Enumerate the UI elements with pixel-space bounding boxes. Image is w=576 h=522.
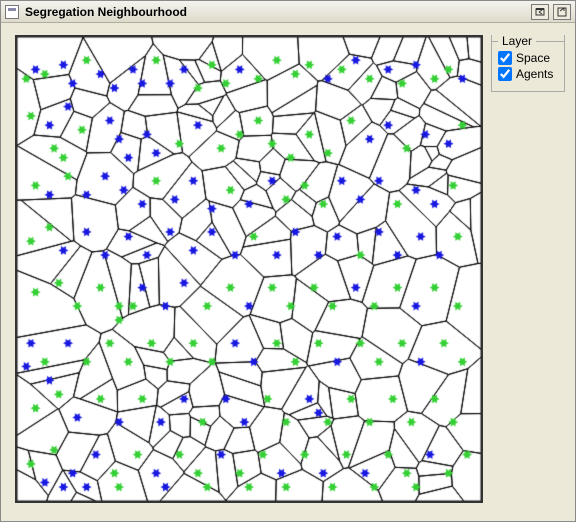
layer-label: Space [516, 51, 550, 65]
client-area: Layer Space Agents [1, 23, 575, 521]
title-bar[interactable]: Segregation Neighbourhood [1, 1, 575, 23]
layer-row-agents[interactable]: Agents [498, 67, 558, 81]
simulation-canvas[interactable] [15, 35, 483, 503]
minimize-icon [534, 6, 546, 18]
layer-checkbox-space[interactable] [498, 51, 512, 65]
window-icon [5, 5, 19, 19]
maximize-button[interactable] [553, 4, 571, 20]
layer-group: Layer Space Agents [491, 35, 565, 92]
maximize-icon [556, 6, 568, 18]
internal-frame: Segregation Neighbourhood [0, 0, 576, 522]
layer-row-space[interactable]: Space [498, 51, 558, 65]
layer-label: Agents [516, 67, 553, 81]
agents-layer [17, 37, 481, 501]
title-buttons [531, 4, 571, 20]
minimize-button[interactable] [531, 4, 549, 20]
side-panel: Layer Space Agents [483, 35, 565, 509]
layer-group-title: Layer [498, 34, 536, 48]
window-title: Segregation Neighbourhood [25, 5, 531, 19]
layer-checkbox-agents[interactable] [498, 67, 512, 81]
